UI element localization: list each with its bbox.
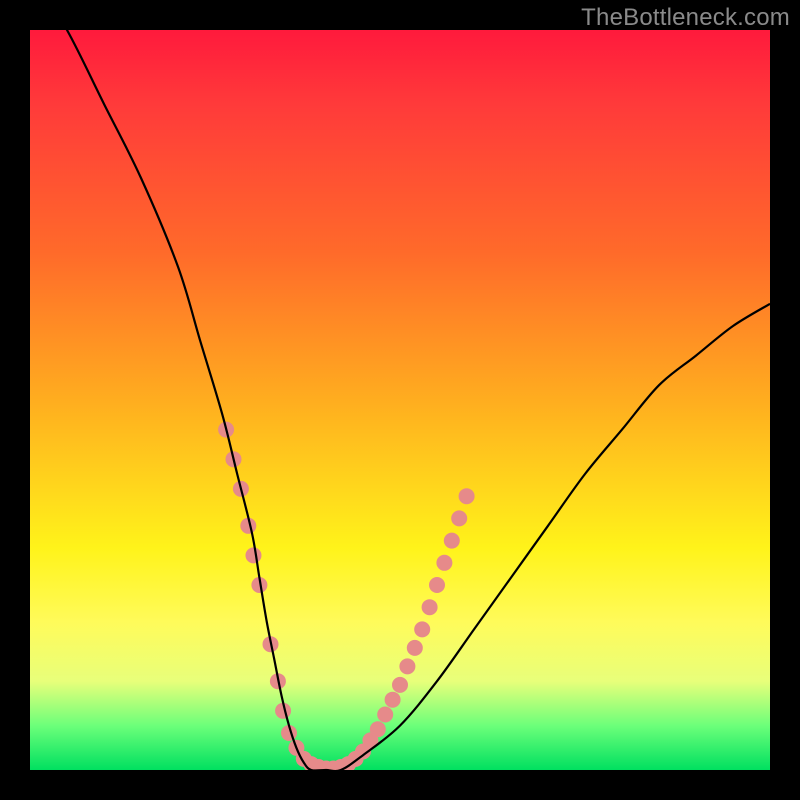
highlight-point: [459, 488, 475, 504]
highlight-point: [422, 599, 438, 615]
highlight-point: [414, 621, 430, 637]
highlight-point: [385, 692, 401, 708]
curve-svg: [30, 30, 770, 770]
highlight-point: [436, 555, 452, 571]
highlight-point: [444, 533, 460, 549]
highlight-point: [407, 640, 423, 656]
chart-frame: TheBottleneck.com: [0, 0, 800, 800]
highlight-point: [377, 707, 393, 723]
highlight-point: [399, 658, 415, 674]
watermark-label: TheBottleneck.com: [581, 4, 790, 32]
bottleneck-curve: [30, 30, 770, 770]
plot-area: [30, 30, 770, 770]
highlight-point: [370, 721, 386, 737]
highlight-markers: [218, 422, 475, 770]
highlight-point: [392, 677, 408, 693]
highlight-point: [245, 547, 261, 563]
highlight-point: [451, 510, 467, 526]
highlight-point: [429, 577, 445, 593]
